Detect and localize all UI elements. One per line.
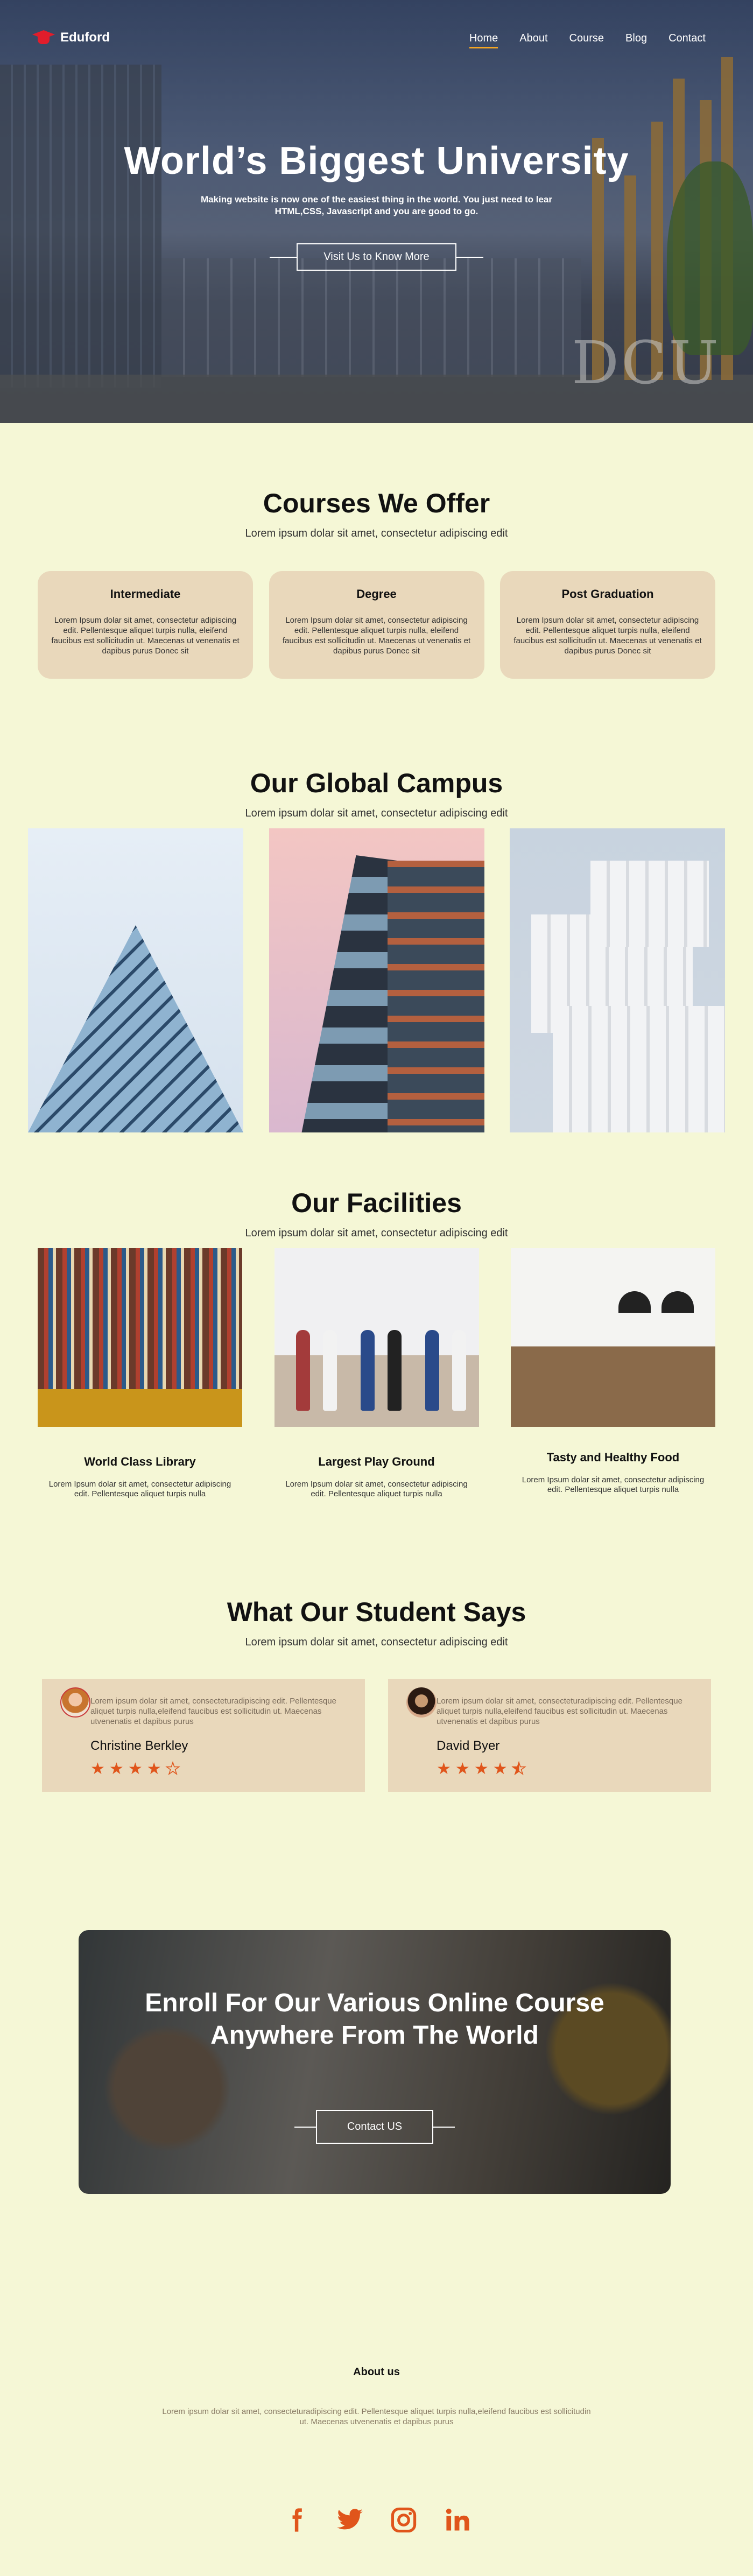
nav-item-course[interactable]: Course (569, 32, 604, 48)
library-image (38, 1248, 242, 1427)
facility-description: Lorem Ipsum dolar sit amet, consectetur … (522, 1475, 705, 1494)
course-card[interactable]: Degree Lorem Ipsum dolar sit amet, conse… (269, 571, 484, 679)
star-rating: ★ ★ ★ ★ ★ (90, 1760, 347, 1778)
campus-section: Our Global Campus Lorem ipsum dolar sit … (0, 768, 753, 1187)
enroll-cta: Contact US (79, 2110, 671, 2144)
course-title: Post Graduation (561, 587, 654, 601)
facility-title: Largest Play Ground (318, 1455, 435, 1468)
campus-image[interactable] (28, 828, 243, 1132)
nav-item-about[interactable]: About (519, 32, 547, 48)
avatar (406, 1687, 437, 1718)
facility-title: World Class Library (84, 1455, 196, 1468)
star-filled-icon: ★ (455, 1760, 470, 1778)
student-name: David Byer (437, 1739, 500, 1753)
hero-cta: Visit Us to Know More (0, 243, 753, 271)
section-subtitle: Lorem ipsum dolar sit amet, consectetur … (245, 807, 508, 819)
courses-section: Courses We Offer Lorem ipsum dolar sit a… (0, 423, 753, 768)
avatar (60, 1687, 90, 1718)
hero-subtitle: Making website is now one of the easiest… (200, 194, 552, 216)
divider (456, 256, 483, 258)
enroll-title-line: Anywhere From The World (210, 2021, 539, 2050)
nav-item-home[interactable]: Home (469, 32, 498, 48)
facility-card[interactable]: World Class Library Lorem Ipsum dolar si… (38, 1248, 242, 1499)
testimonial-text: Lorem ipsum dolar sit amet, consectetura… (437, 1697, 682, 1726)
hero-section: DCU Eduford Home About Course Blog Conta… (0, 0, 753, 423)
campus-gallery (0, 828, 753, 1132)
about-text: Lorem ipsum dolar sit amet, consectetura… (162, 2407, 591, 2426)
facility-card[interactable]: Tasty and Healthy Food Lorem Ipsum dolar… (511, 1248, 715, 1499)
course-description: Lorem Ipsum dolar sit amet, consectetur … (513, 616, 702, 656)
facility-description: Lorem Ipsum dolar sit amet, consectetur … (48, 1480, 231, 1498)
course-card[interactable]: Post Graduation Lorem Ipsum dolar sit am… (500, 571, 715, 679)
nav-item-blog[interactable]: Blog (625, 32, 647, 48)
nav-menu: Home About Course Blog Contact (469, 32, 706, 48)
contact-us-button[interactable]: Contact US (315, 2110, 434, 2144)
visit-us-button[interactable]: Visit Us to Know More (297, 243, 456, 271)
social-links (0, 2506, 753, 2576)
star-filled-icon: ★ (90, 1760, 105, 1778)
hero-sign: DCU (571, 328, 721, 397)
facility-title: Tasty and Healthy Food (546, 1451, 680, 1464)
star-filled-icon: ★ (492, 1760, 508, 1778)
brand-name: Eduford (60, 30, 110, 45)
divider (433, 2126, 455, 2128)
facility-card[interactable]: Largest Play Ground Lorem Ipsum dolar si… (274, 1248, 479, 1499)
section-subtitle: Lorem ipsum dolar sit amet, consectetur … (245, 1636, 508, 1648)
testimonial-list: Lorem ipsum dolar sit amet, consectetura… (0, 1679, 753, 1792)
star-filled-icon: ★ (146, 1760, 161, 1778)
course-list: Intermediate Lorem Ipsum dolar sit amet,… (0, 571, 753, 679)
graduation-cap-icon (32, 30, 55, 45)
section-subtitle: Lorem ipsum dolar sit amet, consectetur … (245, 1227, 508, 1239)
hero-building-left (0, 65, 161, 388)
about-section: About us Lorem ipsum dolar sit amet, con… (0, 2328, 753, 2506)
brand-logo[interactable]: Eduford (32, 30, 110, 45)
star-half-icon: ★ (511, 1760, 526, 1778)
facilities-section: Our Facilities Lorem ipsum dolar sit ame… (0, 1187, 753, 1596)
playground-image (274, 1248, 479, 1427)
enroll-title: Enroll For Our Various Online Course Any… (79, 1987, 671, 2052)
star-filled-icon: ★ (128, 1760, 143, 1778)
campus-image[interactable] (269, 828, 484, 1132)
campus-image[interactable] (510, 828, 725, 1132)
section-title: Our Facilities (291, 1188, 462, 1218)
linkedin-icon[interactable] (444, 2506, 471, 2534)
hero-title: World’s Biggest University (124, 139, 629, 182)
testimonial-card: Lorem ipsum dolar sit amet, consectetura… (388, 1679, 711, 1792)
testimonials-section: What Our Student Says Lorem ipsum dolar … (0, 1596, 753, 1930)
divider (294, 2126, 316, 2128)
footer: About us Lorem ipsum dolar sit amet, con… (0, 2328, 753, 2576)
course-title: Degree (356, 587, 397, 601)
course-title: Intermediate (110, 587, 181, 601)
course-card[interactable]: Intermediate Lorem Ipsum dolar sit amet,… (38, 571, 253, 679)
enroll-section: Enroll For Our Various Online Course Any… (0, 1930, 753, 2328)
divider (270, 256, 297, 258)
star-empty-icon: ★ (165, 1760, 180, 1778)
nav-item-contact[interactable]: Contact (668, 32, 706, 48)
star-rating: ★ ★ ★ ★ ★ (437, 1760, 693, 1778)
star-filled-icon: ★ (474, 1760, 489, 1778)
facility-list: World Class Library Lorem Ipsum dolar si… (0, 1248, 753, 1499)
student-name: Christine Berkley (90, 1739, 188, 1753)
course-description: Lorem Ipsum dolar sit amet, consectetur … (51, 616, 240, 656)
hero-building-mid (161, 258, 581, 377)
testimonial-text: Lorem ipsum dolar sit amet, consectetura… (90, 1697, 336, 1726)
enroll-title-line: Enroll For Our Various Online Course (145, 1989, 604, 2017)
star-filled-icon: ★ (437, 1760, 451, 1778)
facility-description: Lorem Ipsum dolar sit amet, consectetur … (285, 1480, 468, 1498)
section-title: Our Global Campus (250, 768, 503, 798)
section-title: What Our Student Says (227, 1597, 526, 1627)
star-filled-icon: ★ (109, 1760, 124, 1778)
about-title: About us (353, 2366, 400, 2378)
hero-text: World’s Biggest University Making websit… (0, 139, 753, 217)
top-nav: Eduford Home About Course Blog Contact (0, 28, 753, 50)
testimonial-card: Lorem ipsum dolar sit amet, consectetura… (42, 1679, 365, 1792)
section-subtitle: Lorem ipsum dolar sit amet, consectetur … (245, 527, 508, 539)
enroll-banner: Enroll For Our Various Online Course Any… (79, 1930, 671, 2194)
section-title: Courses We Offer (263, 488, 490, 518)
instagram-icon[interactable] (390, 2506, 418, 2534)
food-court-image (511, 1248, 715, 1427)
course-description: Lorem Ipsum dolar sit amet, consectetur … (282, 616, 471, 656)
facebook-icon[interactable] (282, 2506, 310, 2534)
twitter-icon[interactable] (336, 2506, 364, 2534)
